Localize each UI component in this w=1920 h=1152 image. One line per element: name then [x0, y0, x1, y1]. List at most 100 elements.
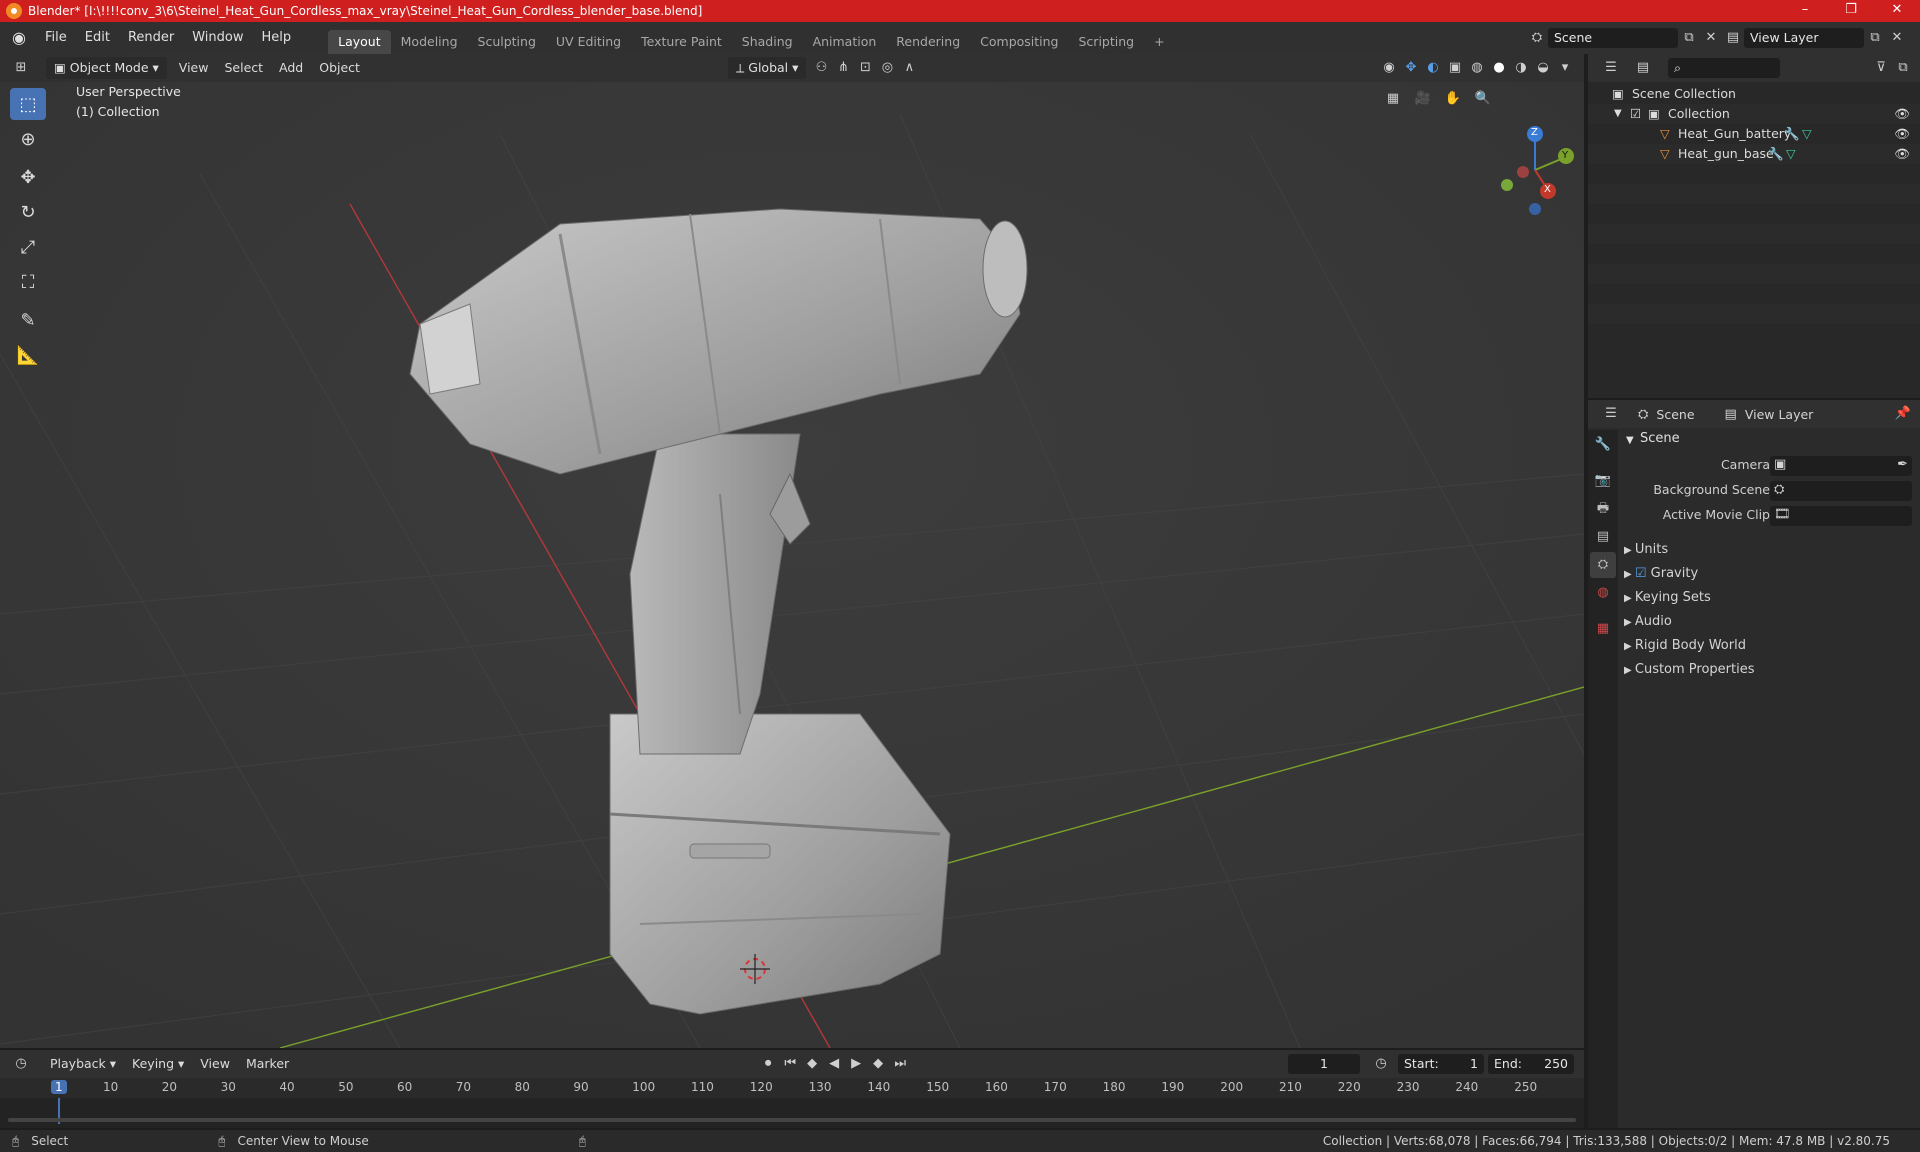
transform-tool[interactable]: ⛶: [10, 266, 46, 298]
filter-icon[interactable]: ⊽: [1870, 57, 1892, 79]
properties-editor-icon[interactable]: ☰: [1600, 403, 1622, 425]
pivot-icon[interactable]: ⚇: [810, 57, 832, 79]
delete-scene-icon[interactable]: ✕: [1700, 27, 1722, 49]
wireframe-shading-icon[interactable]: ◍: [1466, 57, 1488, 79]
viewport-menu-view[interactable]: View: [171, 57, 217, 79]
tab-shading[interactable]: Shading: [732, 30, 803, 54]
texture-tab-icon[interactable]: ▦: [1590, 616, 1616, 642]
snap-icon[interactable]: ⋔: [832, 57, 854, 79]
play-reverse-icon[interactable]: ◀: [823, 1053, 845, 1075]
tab-texture-paint[interactable]: Texture Paint: [631, 30, 732, 54]
outliner-row-heat-gun-base[interactable]: ▽ Heat_gun_base 🔧 ▽ 👁: [1588, 144, 1920, 164]
menu-file[interactable]: File: [36, 22, 76, 54]
pan-hand-icon[interactable]: ✋: [1442, 88, 1464, 110]
jump-end-icon[interactable]: ⏭: [889, 1053, 911, 1075]
blender-menu-icon[interactable]: ◉: [8, 27, 30, 49]
select-box-tool[interactable]: ⬚: [10, 88, 46, 120]
timeline-ruler[interactable]: 1 10 20 30 40 50 60 70 80 90 100 110 120 130 140 150 160…: [0, 1078, 1584, 1124]
mesh-data-icon[interactable]: ▽: [1802, 124, 1812, 144]
timeline-editor-icon[interactable]: ◷: [10, 1053, 32, 1075]
subpanel-keying-sets[interactable]: ▶ Keying Sets: [1624, 586, 1914, 610]
current-frame-marker[interactable]: 1: [51, 1080, 67, 1094]
play-icon[interactable]: ▶: [845, 1053, 867, 1075]
render-tab-icon[interactable]: 📷: [1590, 468, 1616, 494]
tab-sculpting[interactable]: Sculpting: [468, 30, 546, 54]
scale-tool[interactable]: ⤢: [10, 231, 46, 263]
outliner-row-heat-gun-battery[interactable]: ▽ Heat_Gun_battery 🔧 ▽ 👁: [1588, 124, 1920, 144]
menu-render[interactable]: Render: [119, 22, 183, 54]
subpanel-audio[interactable]: ▶ Audio: [1624, 610, 1914, 634]
start-frame-field[interactable]: Start: 1: [1398, 1054, 1484, 1074]
3d-viewport[interactable]: Z Y X ⊞ ▣ Object Mode ▾ View Select Add …: [0, 54, 1584, 1048]
viewport-menu-select[interactable]: Select: [216, 57, 271, 79]
new-collection-icon[interactable]: ⧉: [1892, 57, 1914, 79]
menu-edit[interactable]: Edit: [76, 22, 119, 54]
tab-uv-editing[interactable]: UV Editing: [546, 30, 631, 54]
view-layer-name-field[interactable]: View Layer: [1744, 28, 1864, 48]
output-tab-icon[interactable]: 🖶: [1590, 496, 1616, 522]
panel-expand-arrow-icon[interactable]: ▼: [1626, 435, 1634, 446]
solid-shading-icon[interactable]: ●: [1488, 57, 1510, 79]
subpanel-units[interactable]: ▶ Units: [1624, 538, 1914, 562]
new-scene-icon[interactable]: ⧉: [1678, 27, 1700, 49]
rendered-shading-icon[interactable]: ◒: [1532, 57, 1554, 79]
falloff-icon[interactable]: ∧: [898, 57, 920, 79]
next-keyframe-icon[interactable]: ◆: [867, 1053, 889, 1075]
active-movie-clip-field[interactable]: 🎞: [1770, 506, 1912, 526]
timeline-menu-marker[interactable]: Marker: [238, 1053, 297, 1075]
checkbox-icon[interactable]: ☑: [1630, 104, 1641, 124]
viewport-menu-object[interactable]: Object: [311, 57, 368, 79]
close-button[interactable]: ✕: [1874, 0, 1920, 22]
mode-dropdown[interactable]: ▣ Object Mode ▾: [46, 57, 167, 79]
overlay-toggle-icon[interactable]: ◐: [1422, 57, 1444, 79]
prev-keyframe-icon[interactable]: ◆: [801, 1053, 823, 1075]
gizmo-toggle-icon[interactable]: ✥: [1400, 57, 1422, 79]
tab-modeling[interactable]: Modeling: [391, 30, 468, 54]
rotate-tool[interactable]: ↻: [10, 196, 46, 228]
scene-panel-title[interactable]: Scene: [1640, 431, 1680, 446]
preview-range-clock-icon[interactable]: ◷: [1370, 1053, 1392, 1075]
minimize-button[interactable]: –: [1782, 0, 1828, 22]
tab-animation[interactable]: Animation: [803, 30, 887, 54]
modifier-wrench-icon[interactable]: 🔧: [1784, 124, 1800, 144]
proportional-edit-icon[interactable]: ◎: [876, 57, 898, 79]
editor-type-icon[interactable]: ⊞: [10, 57, 32, 79]
tab-rendering[interactable]: Rendering: [886, 30, 970, 54]
tab-layout[interactable]: Layout: [328, 30, 391, 54]
world-tab-icon[interactable]: ◍: [1590, 580, 1616, 606]
annotate-tool[interactable]: ✎: [10, 304, 46, 336]
current-frame-field[interactable]: 1: [1288, 1054, 1360, 1074]
end-frame-field[interactable]: End: 250: [1488, 1054, 1574, 1074]
menu-window[interactable]: Window: [183, 22, 252, 54]
add-workspace-button[interactable]: +: [1144, 30, 1174, 54]
scene-name-field[interactable]: Scene: [1548, 28, 1678, 48]
view-layer-icon[interactable]: ▤: [1722, 27, 1744, 49]
timeline-menu-playback[interactable]: Playback ▾: [42, 1053, 124, 1075]
mesh-data-icon[interactable]: ▽: [1786, 144, 1796, 164]
new-view-layer-icon[interactable]: ⧉: [1864, 27, 1886, 49]
view-layer-tab-icon[interactable]: ▤: [1590, 524, 1616, 550]
material-shading-icon[interactable]: ◑: [1510, 57, 1532, 79]
subpanel-rigid-body-world[interactable]: ▶ Rigid Body World: [1624, 634, 1914, 658]
timeline-menu-keying[interactable]: Keying ▾: [124, 1053, 192, 1075]
tool-tab-icon[interactable]: 🔧: [1590, 432, 1616, 458]
record-icon[interactable]: ⏺: [757, 1053, 779, 1075]
eye-icon[interactable]: 👁: [1894, 144, 1910, 164]
timeline-scrollbar[interactable]: [8, 1118, 1576, 1122]
scene-tab-icon[interactable]: ⛭: [1590, 552, 1616, 578]
subpanel-custom-properties[interactable]: ▶ Custom Properties: [1624, 658, 1914, 682]
camera-field[interactable]: ▣ ✒: [1770, 456, 1912, 476]
visibility-icon[interactable]: ◉: [1378, 57, 1400, 79]
timeline-menu-view[interactable]: View: [192, 1053, 238, 1075]
eyedropper-icon[interactable]: ✒: [1897, 457, 1908, 472]
modifier-wrench-icon[interactable]: 🔧: [1768, 144, 1784, 164]
xray-icon[interactable]: ▣: [1444, 57, 1466, 79]
camera-view-icon[interactable]: 🎥: [1412, 88, 1434, 110]
breadcrumb-scene[interactable]: Scene: [1656, 407, 1694, 422]
eye-icon[interactable]: 👁: [1894, 104, 1910, 124]
expand-arrow-icon[interactable]: ▼: [1614, 104, 1622, 124]
background-scene-field[interactable]: ⛭: [1770, 481, 1912, 501]
transform-orientation-dropdown[interactable]: ⟂ Global ▾: [727, 57, 807, 79]
tab-compositing[interactable]: Compositing: [970, 30, 1068, 54]
shading-options-icon[interactable]: ▾: [1554, 57, 1576, 79]
